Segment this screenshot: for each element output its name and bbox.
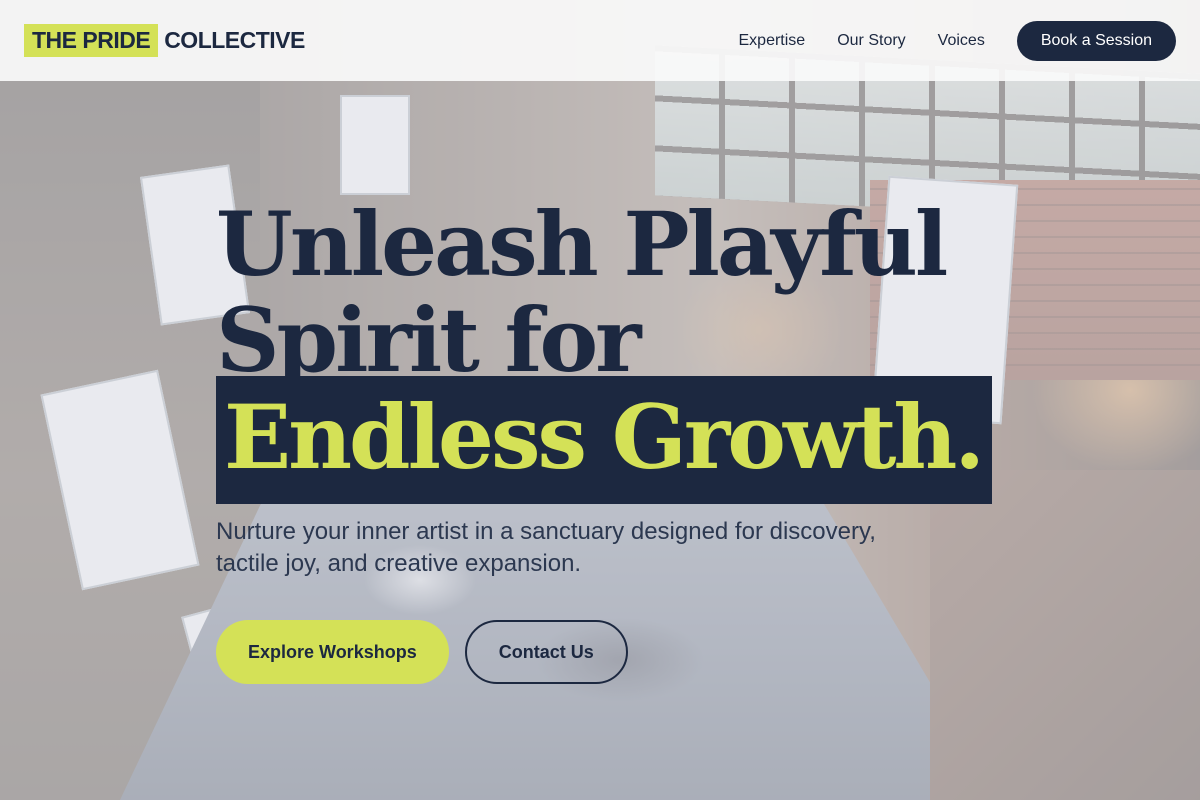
explore-workshops-button[interactable]: Explore Workshops <box>216 620 449 684</box>
hero-cta-row: Explore Workshops Contact Us <box>216 620 1116 684</box>
nav-link-expertise[interactable]: Expertise <box>739 32 806 50</box>
logo-highlight: THE PRIDE <box>24 24 159 57</box>
brand-logo[interactable]: THE PRIDE COLLECTIVE <box>24 24 305 57</box>
contact-us-button[interactable]: Contact Us <box>464 620 628 684</box>
headline-line-2: Spirit for <box>216 292 642 376</box>
main-nav: Expertise Our Story Voices Book a Sessio… <box>739 20 1176 61</box>
hero-headline: Unleash Playful Spirit for Endless Growt… <box>216 196 1116 504</box>
logo-text: COLLECTIVE <box>164 27 305 53</box>
headline-highlight: Endless Growth. <box>216 376 992 504</box>
nav-link-voices[interactable]: Voices <box>938 32 985 50</box>
nav-link-our-story[interactable]: Our Story <box>837 32 905 50</box>
site-header: THE PRIDE COLLECTIVE Expertise Our Story… <box>0 0 1200 81</box>
hero-subtitle: Nurture your inner artist in a sanctuary… <box>216 518 876 577</box>
hero-section: Unleash Playful Spirit for Endless Growt… <box>216 196 1116 684</box>
headline-line-1: Unleash Playful <box>216 192 948 296</box>
book-session-button[interactable]: Book a Session <box>1016 20 1176 61</box>
